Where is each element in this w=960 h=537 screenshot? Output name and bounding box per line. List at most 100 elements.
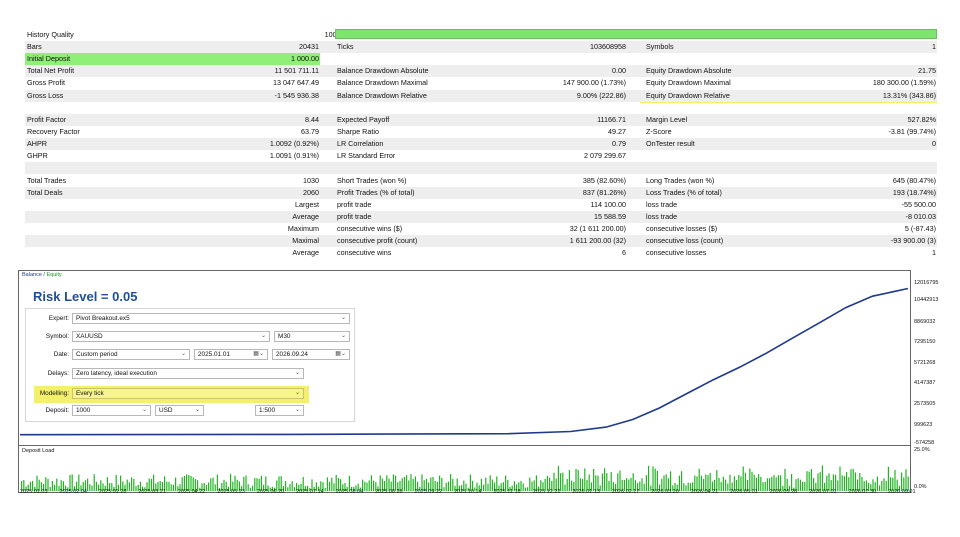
deposit-load-bar (802, 481, 804, 491)
deposit-load-bar (804, 482, 806, 491)
deposit-load-bar (51, 481, 53, 491)
x-tick-label: 2025.09.22 (414, 489, 443, 495)
stats-row: Maximum consecutive wins ($) 32 (1 611 200… (25, 223, 937, 235)
modelling-select[interactable]: Every tick ⌄ (72, 388, 304, 399)
stats-cell-c2v: 103608958 (590, 42, 626, 51)
deposit-load-bar (762, 482, 764, 491)
stats-cell-c3v: 527.82% (907, 115, 936, 124)
deposit-load-bar (131, 477, 133, 491)
stats-cell-c1v: 2060 (303, 188, 319, 197)
date-mode-value: Custom period (76, 351, 118, 358)
deposit-load-bar (799, 479, 801, 491)
deposit-load-bar (49, 486, 51, 491)
expert-select[interactable]: Pivot Breakout.ex5 ⌄ (72, 313, 350, 324)
currency-select[interactable]: USD ⌄ (155, 405, 204, 416)
chart-legend: Balance / Equity (22, 272, 62, 278)
date-to-input[interactable]: 2026.09.24 ▦⌄ (272, 349, 350, 360)
date-mode-select[interactable]: Custom period ⌄ (72, 349, 190, 360)
deposit-input[interactable]: 1000 ⌄ (72, 405, 151, 416)
deposit-load-bar (331, 477, 333, 491)
leverage-select[interactable]: 1:500 ⌄ (255, 405, 304, 416)
stats-row: Total Net Profit 11 501 711.11 Balance Dra… (25, 65, 937, 78)
stats-cell-c2v (485, 162, 626, 174)
deposit-load-bar (876, 476, 878, 491)
stats-cell-c2v: 147 900.00 (1.73%) (562, 78, 626, 87)
stats-cell-c2v: 6 (622, 248, 626, 257)
deposit-load-bar (252, 485, 254, 491)
deposit-load-bar (175, 477, 177, 491)
deposit-load-bar (850, 469, 852, 491)
symbol-select[interactable]: XAUUSD ⌄ (72, 331, 270, 342)
chevron-down-icon: ⌄ (294, 370, 300, 376)
deposit-load-bar (212, 477, 214, 491)
deposit-load-bar (760, 476, 762, 491)
deposit-load-bar (87, 478, 89, 491)
chevron-down-icon: ⌄ (141, 407, 147, 413)
deposit-load-bar (716, 470, 718, 491)
load-tick-label: 0.0% (914, 484, 927, 490)
chevron-down-icon: ⌄ (294, 407, 300, 413)
stats-row: Largest profit trade 114 100.00 loss trade -… (25, 199, 937, 211)
stats-cell-c2v: 2 079 299.67 (584, 151, 626, 160)
deposit-load-label: Deposit Load (22, 448, 55, 454)
deposit-load-bar (324, 487, 326, 491)
period-select[interactable]: M30 ⌄ (274, 331, 350, 342)
symbol-value: XAUUSD (76, 333, 103, 340)
deposit-load-bar (520, 480, 522, 491)
y-tick-label: 4147387 (914, 380, 936, 386)
deposit-load-bar (584, 468, 586, 491)
x-tick-label: 2026.04.21 (690, 489, 719, 495)
modelling-label: Modelling: (39, 390, 69, 397)
deposit-load-bar (89, 484, 91, 491)
stats-row: Average consecutive wins 6 consecutive loss… (25, 247, 937, 259)
deposit-load-bar (91, 485, 93, 491)
stats-cell-c3v (785, 162, 936, 174)
deposit-load-bar (645, 475, 647, 491)
deposit-load-bar (879, 485, 881, 491)
deposit-load-bar (443, 487, 445, 491)
stats-cell-c3v: 5 (-87.43) (904, 224, 936, 233)
stats-cell-c1v: 1030 (303, 176, 319, 185)
deposit-load-bar (722, 476, 724, 491)
delays-select[interactable]: Zero latency, ideal execution ⌄ (72, 368, 304, 379)
stats-cell-c2v (485, 102, 626, 114)
deposit-load-bar (784, 468, 786, 491)
deposit-load-bar (837, 480, 839, 491)
stats-cell-c1v: 1.0092 (0.92%) (269, 139, 319, 148)
stats-cell-c2v: 114 100.00 (590, 200, 626, 209)
date-from-value: 2025.01.01 (198, 351, 230, 358)
deposit-load-bar (249, 487, 251, 491)
stats-cell-c3v (785, 102, 936, 114)
y-tick-label: 10442913 (914, 297, 939, 303)
date-from-input[interactable]: 2025.01.01 ▦⌄ (194, 349, 268, 360)
stats-cell-c3v: 0 (932, 139, 936, 148)
stats-cell-c3v: -8 010.03 (905, 212, 936, 221)
deposit-load-bar (524, 487, 526, 491)
stats-cell-c1v: 11 501 711.11 (274, 66, 319, 75)
deposit-load-bar (483, 484, 485, 491)
deposit-load-bar (601, 473, 603, 491)
stats-cell-c1v: Largest (295, 200, 319, 209)
deposit-load-bar (133, 478, 135, 491)
deposit-load-bar (247, 484, 249, 491)
calendar-icon[interactable]: ▦⌄ (253, 350, 264, 359)
deposit-load-bar (93, 474, 95, 491)
deposit-load-bar (408, 480, 410, 491)
stats-cell-c2v: 837 (81.26%) (582, 188, 626, 197)
deposit-load-bar (410, 474, 412, 491)
legend-balance: Balance (22, 272, 42, 278)
calendar-icon[interactable]: ▦⌄ (335, 350, 346, 359)
chevron-down-icon: ⌄ (340, 315, 346, 321)
x-tick-label: 2025.08.28 (375, 489, 403, 495)
deposit-load-bar (56, 478, 58, 491)
deposit-load-bar (718, 477, 720, 491)
load-tick-label: 25.0% (914, 447, 930, 453)
deposit-load-bar (557, 466, 559, 491)
deposit-load-bar (485, 477, 487, 491)
deposit-load-bar (47, 478, 49, 491)
deposit-load-bar (641, 478, 643, 491)
x-tick-label: 2026.05.01 (730, 489, 758, 495)
deposit-load-bar (575, 468, 577, 491)
deposit-load-bar (643, 483, 645, 491)
deposit-load-bar (214, 484, 216, 491)
